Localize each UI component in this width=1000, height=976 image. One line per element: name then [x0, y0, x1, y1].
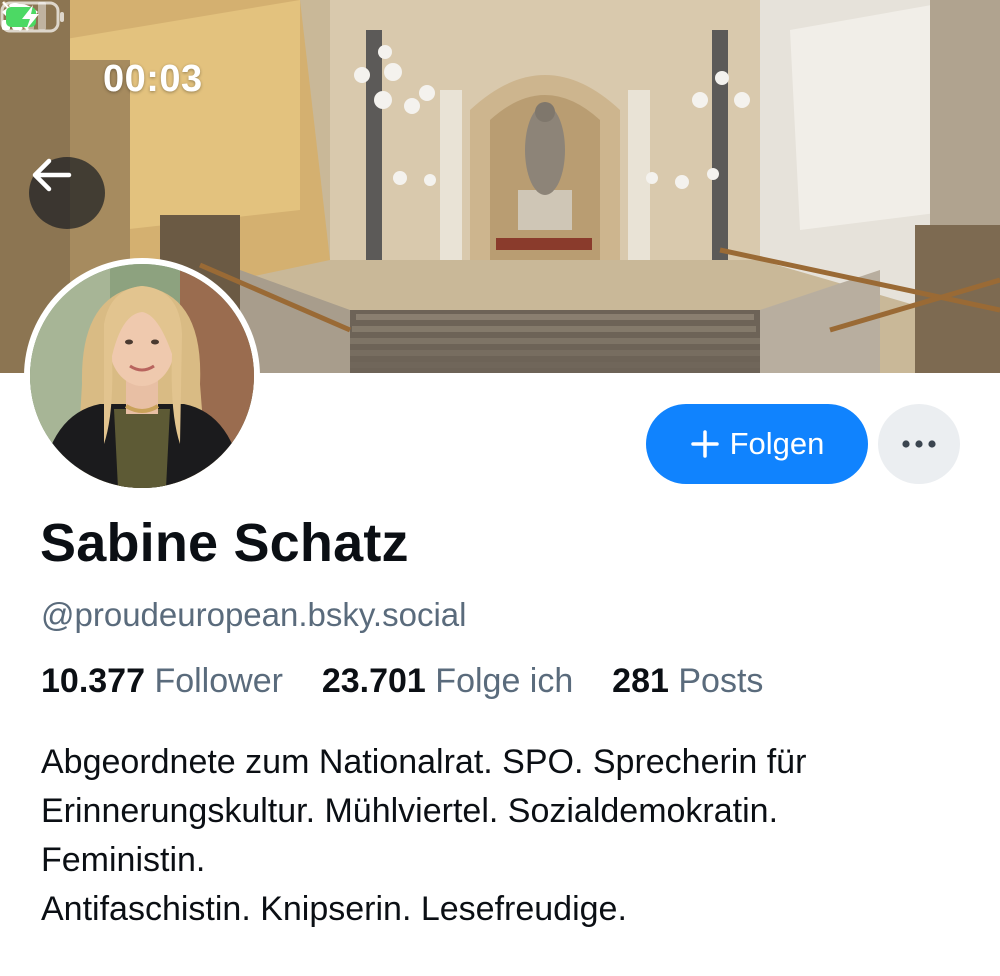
avatar-photo — [30, 264, 254, 488]
ellipsis-icon — [902, 440, 936, 448]
following-count: 23.701 — [321, 662, 426, 700]
following-label: Folge ich — [435, 662, 574, 700]
follow-button[interactable]: Folgen — [646, 404, 868, 484]
profile-handle: @proudeuropean.bsky.social — [41, 596, 467, 633]
back-button[interactable] — [29, 157, 105, 229]
followers-count: 10.377 — [41, 662, 145, 700]
profile-display-name: Sabine Schatz — [40, 513, 409, 573]
posts-count: 281 — [612, 662, 669, 700]
followers-label: Follower — [154, 662, 283, 700]
follow-label: Folgen — [729, 426, 825, 461]
posts-stat: 281 Posts — [612, 662, 763, 700]
profile-stats: 10.377 Follower 23.701 Folge ich 281 Pos… — [41, 662, 763, 701]
bio-line: Abgeordnete zum Nationalrat. SPO. Sprech… — [41, 743, 807, 781]
following-stat[interactable]: 23.701 Folge ich — [322, 662, 583, 700]
posts-label: Posts — [678, 662, 764, 700]
battery-charging-icon — [0, 1, 64, 33]
plus-icon — [690, 430, 719, 458]
status-bar: 00:03 — [0, 0, 1000, 165]
status-time: 00:03 — [103, 58, 203, 100]
followers-stat[interactable]: 10.377 Follower — [41, 662, 292, 700]
bio-line: Antifaschistin. Knipserin. Lesefreudige. — [41, 890, 627, 928]
more-options-button[interactable] — [878, 404, 960, 484]
profile-avatar[interactable] — [24, 258, 260, 494]
bio-line: Erinnerungskultur. Mühlviertel. Sozialde… — [41, 792, 779, 830]
arrow-left-icon — [32, 158, 72, 192]
bio-line: Feministin. — [41, 841, 206, 879]
profile-bio: Abgeordnete zum Nationalrat. SPO. Sprech… — [41, 738, 971, 934]
